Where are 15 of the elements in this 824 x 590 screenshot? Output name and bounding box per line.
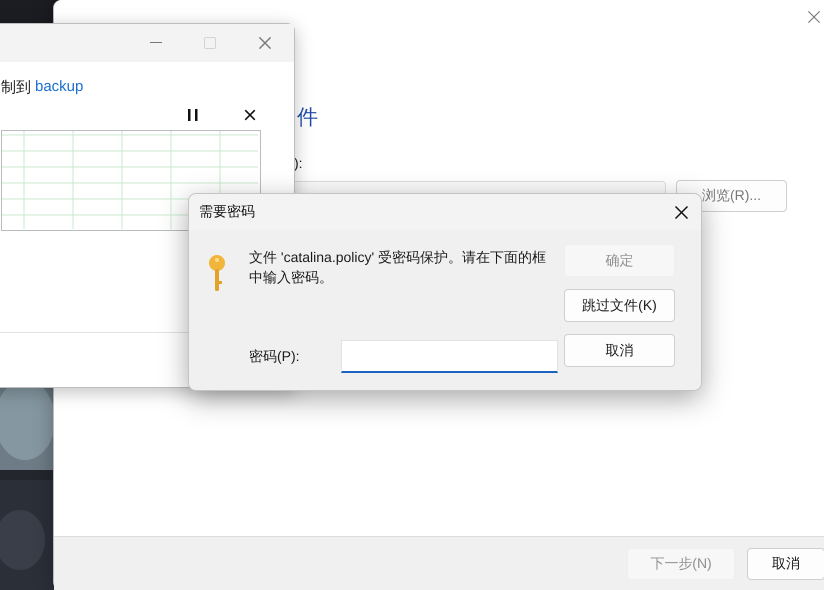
status-text: 制到	[1, 78, 31, 97]
pause-icon[interactable]	[188, 109, 198, 121]
skip-file-button[interactable]: 跳过文件(K)	[564, 289, 675, 322]
minimize-icon[interactable]	[150, 42, 162, 44]
stop-icon[interactable]	[244, 109, 256, 121]
key-icon	[207, 254, 227, 292]
password-label: 密码(P):	[249, 348, 301, 366]
dialog-message: 文件 'catalina.policy' 受密码保护。请在下面的框中输入密码。	[249, 248, 547, 287]
close-icon[interactable]	[674, 204, 689, 220]
password-field[interactable]	[341, 340, 558, 373]
destination-link[interactable]: backup	[35, 78, 84, 97]
cancel-button[interactable]: 取消	[564, 334, 675, 367]
dialog-title: 需要密码	[199, 203, 255, 221]
cancel-button[interactable]: 取消	[747, 548, 824, 580]
page-heading: 件	[297, 105, 318, 131]
